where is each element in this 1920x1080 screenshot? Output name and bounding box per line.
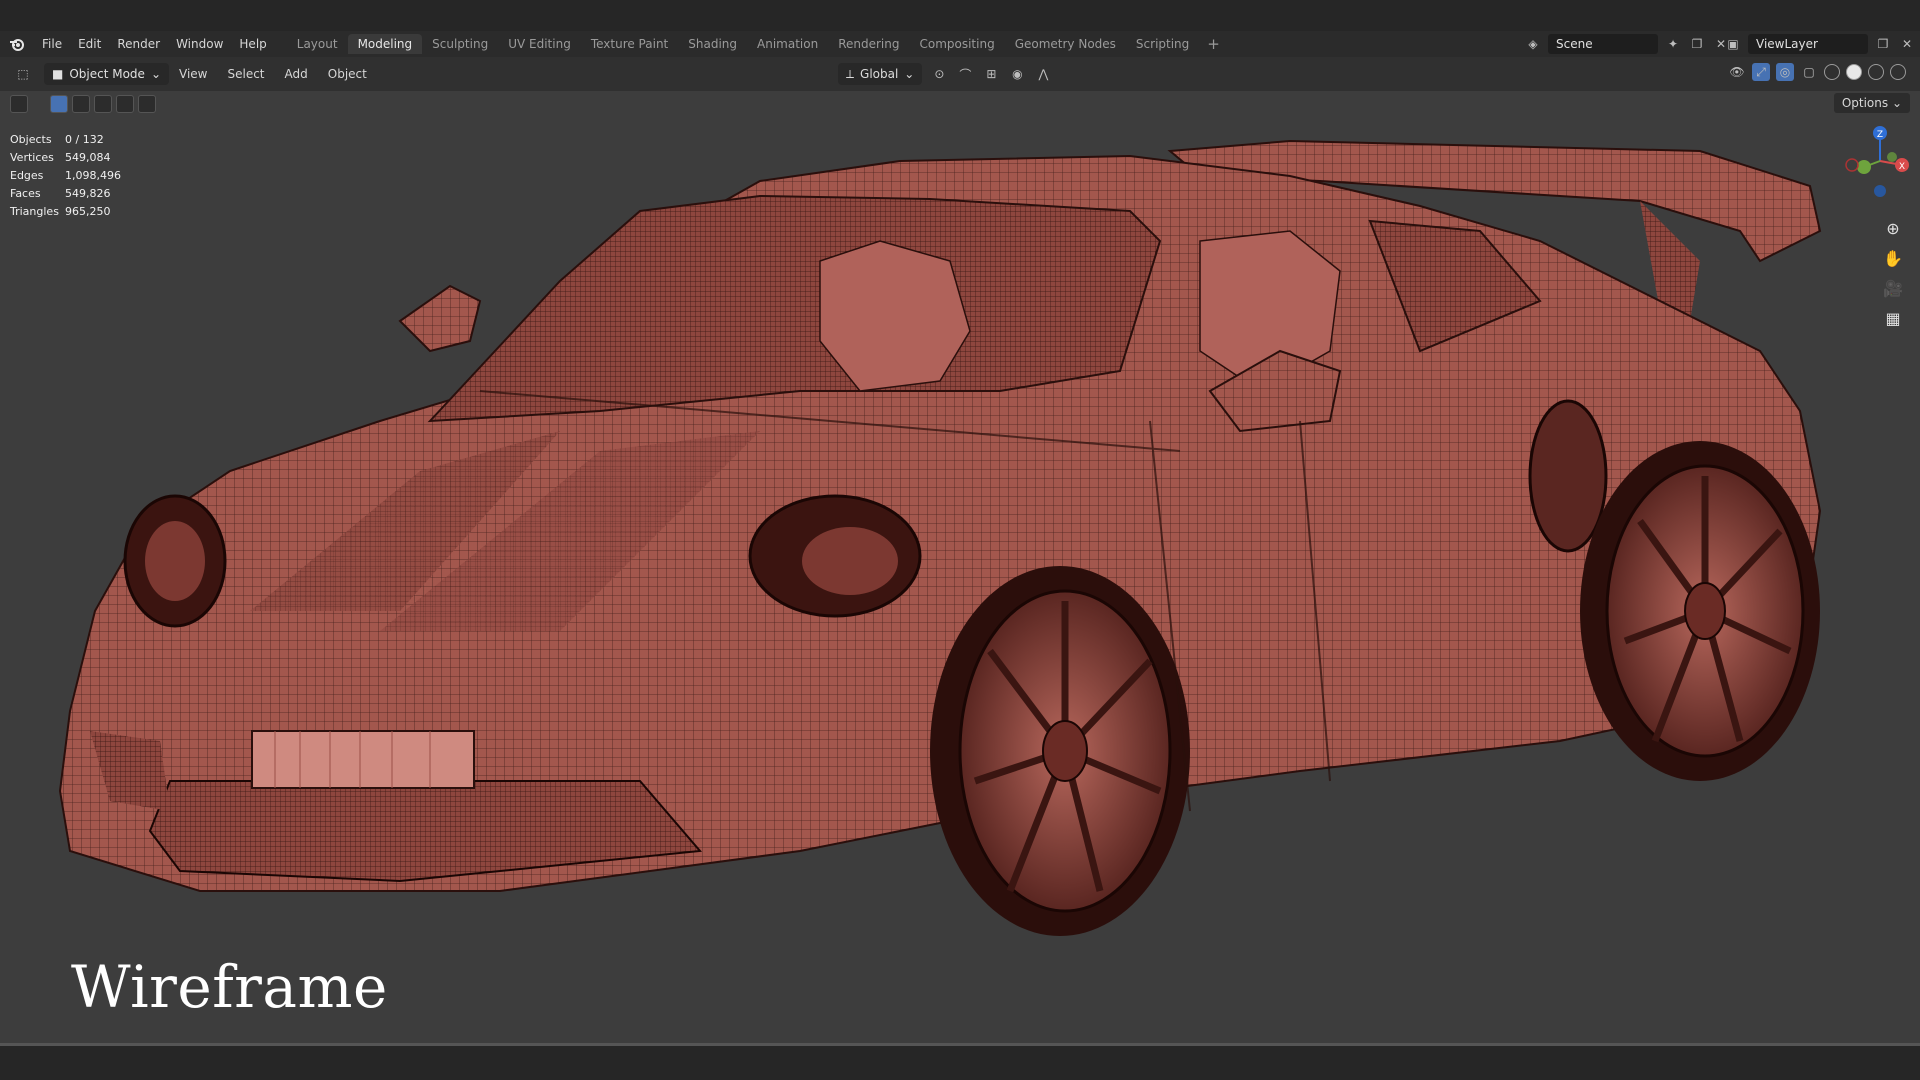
orientation-label: Global bbox=[860, 67, 899, 81]
bottom-strip bbox=[0, 1043, 1920, 1080]
snap-target-icon[interactable]: ⊞ bbox=[982, 65, 1000, 83]
menu-object[interactable]: Object bbox=[318, 67, 377, 81]
gizmo-toggle-icon[interactable]: ⤢ bbox=[1752, 63, 1770, 81]
proportional-edit-icon[interactable]: ◉ bbox=[1008, 65, 1026, 83]
select-subtract-icon[interactable] bbox=[94, 95, 112, 113]
pin-icon[interactable]: ✦ bbox=[1664, 35, 1682, 53]
stat-value: 549,084 bbox=[65, 151, 111, 164]
select-extend-icon[interactable] bbox=[72, 95, 90, 113]
editor-type-icon[interactable]: ⬚ bbox=[14, 65, 32, 83]
options-dropdown[interactable]: Options ⌄ bbox=[1833, 93, 1910, 113]
scene-icon[interactable]: ◈ bbox=[1524, 35, 1542, 53]
transform-tools: ⟂ Global ⌄ ⊙ ⌒ ⊞ ◉ ⋀ bbox=[838, 63, 1052, 85]
top-menubar: File Edit Render Window Help Layout Mode… bbox=[0, 31, 1920, 57]
tab-shading[interactable]: Shading bbox=[678, 34, 747, 54]
3d-viewport[interactable]: Options ⌄ Objects 0 / 132 Vertices 549,084… bbox=[0, 91, 1920, 1043]
menu-view[interactable]: View bbox=[169, 67, 217, 81]
select-intersect-icon[interactable] bbox=[138, 95, 156, 113]
menu-window[interactable]: Window bbox=[168, 31, 231, 57]
stat-value: 965,250 bbox=[65, 205, 111, 218]
viewport-header: ⬚ ■ Object Mode ⌄ View Select Add Object… bbox=[0, 57, 1920, 91]
car-wireframe-model bbox=[58, 139, 1822, 936]
menu-add[interactable]: Add bbox=[275, 67, 318, 81]
menu-help[interactable]: Help bbox=[231, 31, 274, 57]
stat-label: Faces bbox=[10, 187, 41, 200]
tab-texture-paint[interactable]: Texture Paint bbox=[581, 34, 678, 54]
stat-row: Triangles 965,250 bbox=[10, 203, 121, 221]
stat-label: Vertices bbox=[10, 151, 54, 164]
chevron-down-icon: ⌄ bbox=[150, 67, 161, 81]
orientation-dropdown[interactable]: ⟂ Global ⌄ bbox=[838, 63, 923, 85]
selection-mode-group bbox=[10, 95, 156, 113]
stat-value: 0 / 132 bbox=[65, 133, 104, 146]
new-viewlayer-icon[interactable]: ❐ bbox=[1874, 35, 1892, 53]
xray-icon[interactable]: ▢ bbox=[1800, 63, 1818, 81]
select-invert-icon[interactable] bbox=[116, 95, 134, 113]
snap-icon[interactable]: ⌒ bbox=[956, 65, 974, 83]
scene-selector: ◈ Scene ✦ ❐ ✕ bbox=[1524, 31, 1730, 57]
viewlayer-name-field[interactable]: ViewLayer bbox=[1748, 34, 1868, 54]
zoom-icon[interactable]: ⊕ bbox=[1880, 215, 1906, 241]
tab-geometry-nodes[interactable]: Geometry Nodes bbox=[1005, 34, 1126, 54]
falloff-icon[interactable]: ⋀ bbox=[1034, 65, 1052, 83]
stat-value: 549,826 bbox=[65, 187, 111, 200]
viewlayer-icon[interactable]: ▣ bbox=[1724, 35, 1742, 53]
select-new-icon[interactable] bbox=[50, 95, 68, 113]
axes-icon: ⟂ bbox=[846, 66, 855, 81]
rendered-shading-icon[interactable] bbox=[1890, 64, 1906, 80]
options-label: Options bbox=[1841, 96, 1889, 110]
close-viewlayer-icon[interactable]: ✕ bbox=[1898, 35, 1916, 53]
stat-label: Triangles bbox=[10, 205, 59, 218]
tab-modeling[interactable]: Modeling bbox=[347, 34, 423, 54]
solid-shading-icon[interactable] bbox=[1846, 64, 1862, 80]
viewlayer-selector: ▣ ViewLayer ❐ ✕ bbox=[1724, 31, 1916, 57]
wireframe-shading-icon[interactable] bbox=[1824, 64, 1840, 80]
caption-title: Wireframe bbox=[71, 953, 388, 1021]
stat-row: Edges 1,098,496 bbox=[10, 167, 121, 185]
tab-scripting[interactable]: Scripting bbox=[1126, 34, 1199, 54]
camera-icon[interactable]: 🎥 bbox=[1880, 275, 1906, 301]
menu-render[interactable]: Render bbox=[109, 31, 168, 57]
top-strip bbox=[0, 0, 1920, 31]
new-scene-icon[interactable]: ❐ bbox=[1688, 35, 1706, 53]
material-shading-icon[interactable] bbox=[1868, 64, 1884, 80]
stat-row: Vertices 549,084 bbox=[10, 149, 121, 167]
tab-layout[interactable]: Layout bbox=[287, 34, 348, 54]
mode-label: Object Mode bbox=[69, 67, 145, 81]
tab-uv-editing[interactable]: UV Editing bbox=[498, 34, 581, 54]
hand-icon[interactable]: ✋ bbox=[1880, 245, 1906, 271]
tweak-tool-icon[interactable] bbox=[10, 95, 28, 113]
scene-statistics: Objects 0 / 132 Vertices 549,084 Edges 1,09… bbox=[10, 131, 121, 221]
overlay-icon[interactable]: ◎ bbox=[1776, 63, 1794, 81]
menu-file[interactable]: File bbox=[34, 31, 70, 57]
tab-compositing[interactable]: Compositing bbox=[909, 34, 1004, 54]
scene-name-field[interactable]: Scene bbox=[1548, 34, 1658, 54]
tab-rendering[interactable]: Rendering bbox=[828, 34, 909, 54]
chevron-down-icon: ⌄ bbox=[904, 67, 915, 81]
blender-logo-icon[interactable] bbox=[0, 31, 34, 57]
grid-icon[interactable]: ▦ bbox=[1880, 305, 1906, 331]
stat-label: Objects bbox=[10, 133, 52, 146]
stat-row: Objects 0 / 132 bbox=[10, 131, 121, 149]
mode-dropdown[interactable]: ■ Object Mode ⌄ bbox=[44, 63, 169, 85]
menu-select[interactable]: Select bbox=[217, 67, 274, 81]
x-axis-label: X bbox=[1899, 162, 1905, 172]
z-axis-label: Z bbox=[1877, 130, 1883, 140]
workspace-tabs: Layout Modeling Sculpting UV Editing Tex… bbox=[287, 31, 1228, 57]
pivot-icon[interactable]: ⊙ bbox=[930, 65, 948, 83]
stat-label: Edges bbox=[10, 169, 44, 182]
y-axis-handle[interactable] bbox=[1857, 160, 1871, 174]
visibility-icon[interactable]: 👁 bbox=[1728, 63, 1746, 81]
navigation-gizmo[interactable]: Z X bbox=[1840, 121, 1910, 201]
tab-animation[interactable]: Animation bbox=[747, 34, 828, 54]
object-mode-icon: ■ bbox=[52, 67, 64, 81]
add-workspace-button[interactable]: + bbox=[1199, 35, 1228, 53]
tab-sculpting[interactable]: Sculpting bbox=[422, 34, 498, 54]
stat-row: Faces 549,826 bbox=[10, 185, 121, 203]
menu-edit[interactable]: Edit bbox=[70, 31, 109, 57]
shading-tools: 👁 ⤢ ◎ ▢ bbox=[1728, 63, 1906, 81]
stat-value: 1,098,496 bbox=[65, 169, 121, 182]
